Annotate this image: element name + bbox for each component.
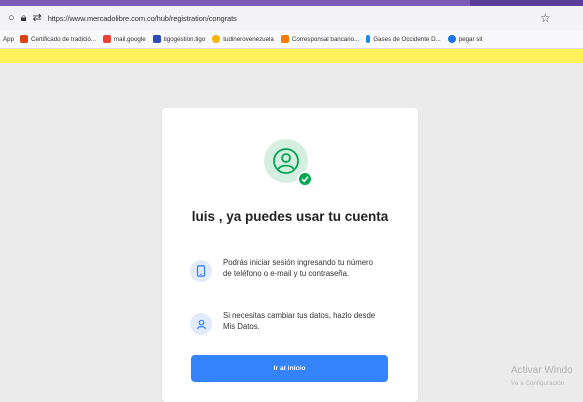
star-icon[interactable]: ☆ xyxy=(540,11,551,25)
page-title: luis , ya puedes usar tu cuenta xyxy=(191,209,389,224)
tune-icon[interactable]: ⇄ xyxy=(33,12,42,24)
bookmark-icon xyxy=(20,35,29,43)
bookmark-label: Gases de Occidente D... xyxy=(373,35,441,43)
info-data: Si necesitas cambiar tus datos, hazlo de… xyxy=(190,311,390,335)
address-bar[interactable]: ○ 🔒︎ ⇄ https://www.mercadolibre.com.co/h… xyxy=(0,6,583,30)
bookmark-label: Certificado de tradició... xyxy=(31,35,97,43)
info-text: Si necesitas cambiar tus datos, hazlo de… xyxy=(223,311,376,331)
bookmark-item[interactable]: tudinerovenezuela xyxy=(212,35,274,43)
bookmark-label: mail.google xyxy=(114,35,146,43)
windows-activation-subtitle: Ve a Configuración xyxy=(511,380,565,387)
circle-icon: ○ xyxy=(8,11,15,24)
bookmark-item[interactable]: Corresponsal bancario... xyxy=(280,35,360,43)
bookmark-label: App xyxy=(3,35,15,43)
check-icon xyxy=(297,171,313,187)
bookmark-item[interactable]: tigogestion.tigo xyxy=(152,35,206,43)
bookmark-label: tigogestion.tigo xyxy=(163,35,206,43)
bookmark-icon xyxy=(447,35,456,43)
bookmark-apps[interactable]: App xyxy=(3,36,14,43)
lock-icon[interactable]: 🔒︎ xyxy=(21,12,27,24)
phone-icon xyxy=(190,260,212,282)
person-icon xyxy=(190,313,212,335)
bookmark-item[interactable]: mail.google xyxy=(103,35,146,43)
bookmark-icon xyxy=(152,35,161,43)
bookmark-icon xyxy=(366,35,371,43)
site-header xyxy=(0,49,583,63)
bookmarks-bar: App Certificado de tradició... mail.goog… xyxy=(0,30,583,49)
bookmark-item[interactable]: pegar sit xyxy=(447,35,483,43)
mail-icon xyxy=(103,35,112,43)
bookmark-item[interactable]: Certificado de tradició... xyxy=(20,35,96,43)
congrats-card: luis , ya puedes usar tu cuenta Podrás i… xyxy=(162,108,418,402)
info-text: Podrás iniciar sesión ingresando tu núme… xyxy=(223,258,373,278)
user-icon xyxy=(273,148,299,174)
bookmark-item[interactable]: Gases de Occidente D... xyxy=(366,35,441,43)
bookmark-icon xyxy=(280,35,289,43)
go-home-button[interactable]: Ir al inicio xyxy=(191,355,388,382)
bookmark-label: tudinerovenezuela xyxy=(223,35,274,43)
info-login: Podrás iniciar sesión ingresando tu núme… xyxy=(190,258,390,282)
bookmark-label: pegar sit xyxy=(458,35,483,43)
url-text[interactable]: https://www.mercadolibre.com.co/hub/regi… xyxy=(48,14,237,23)
bookmark-label: Corresponsal bancario... xyxy=(291,35,360,43)
bookmark-icon xyxy=(212,35,221,43)
windows-activation-title: Activar Windo xyxy=(511,365,573,376)
